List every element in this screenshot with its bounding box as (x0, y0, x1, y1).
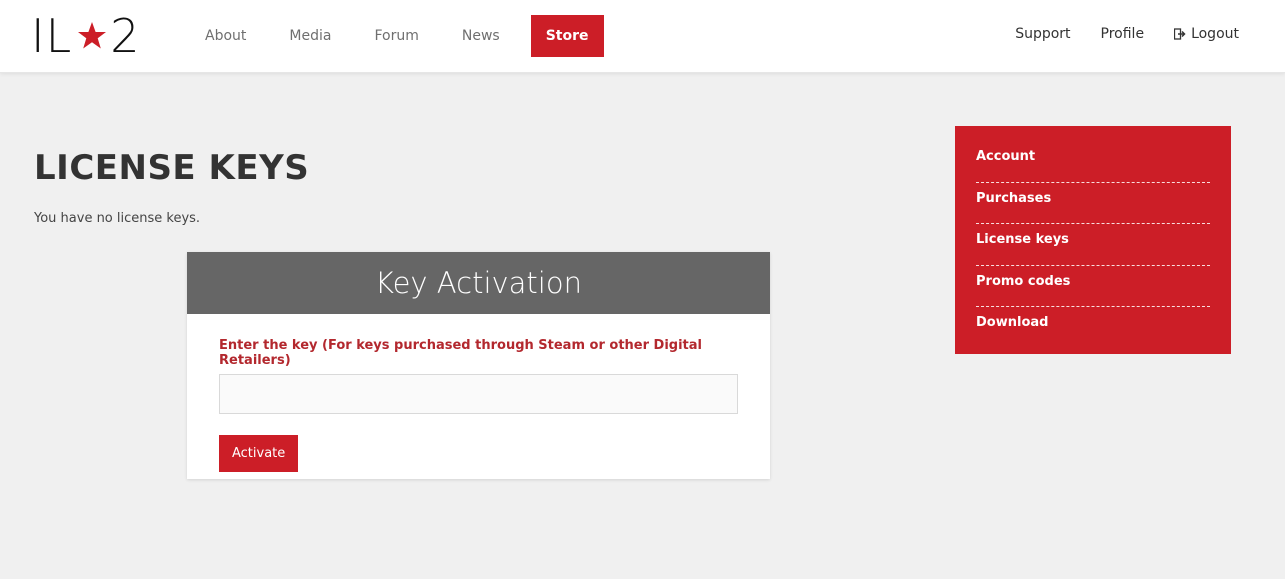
star-icon (76, 20, 108, 52)
key-activation-body: Enter the key (For keys purchased throug… (187, 314, 770, 472)
logo-text-left: IL (31, 9, 73, 63)
sidebar-item-purchases[interactable]: Purchases (976, 183, 1210, 224)
sidebar-item-license-keys[interactable]: License keys (976, 224, 1210, 266)
nav-about[interactable]: About (190, 15, 261, 57)
logo-text-right: 2 (110, 9, 141, 63)
main-nav: About Media Forum News Store (190, 15, 604, 57)
logout-icon (1174, 28, 1186, 40)
sidebar-item-account[interactable]: Account (976, 141, 1210, 183)
activate-button[interactable]: Activate (219, 435, 299, 472)
sidebar-item-download[interactable]: Download (976, 307, 1210, 349)
nav-support[interactable]: Support (1015, 26, 1070, 42)
page-title: LICENSE KEYS (34, 148, 310, 188)
site-logo[interactable]: IL 2 (31, 9, 141, 63)
account-sidebar: Account Purchases License keys Promo cod… (955, 126, 1231, 354)
site-header: IL 2 About Media Forum News Store Suppor… (0, 0, 1285, 73)
nav-forum[interactable]: Forum (359, 15, 433, 57)
nav-profile[interactable]: Profile (1101, 26, 1145, 42)
logout-label: Logout (1191, 26, 1239, 42)
nav-store[interactable]: Store (530, 15, 604, 57)
sidebar-item-promo-codes[interactable]: Promo codes (976, 266, 1210, 307)
nav-news[interactable]: News (447, 15, 515, 57)
key-input[interactable] (219, 374, 738, 414)
nav-media[interactable]: Media (274, 15, 346, 57)
user-nav: Support Profile Logout (985, 15, 1239, 53)
nav-logout[interactable]: Logout (1174, 26, 1239, 42)
empty-state-text: You have no license keys. (34, 211, 201, 226)
key-activation-card: Key Activation Enter the key (For keys p… (187, 252, 770, 479)
key-input-label: Enter the key (For keys purchased throug… (219, 338, 702, 368)
key-activation-title: Key Activation (187, 252, 770, 314)
